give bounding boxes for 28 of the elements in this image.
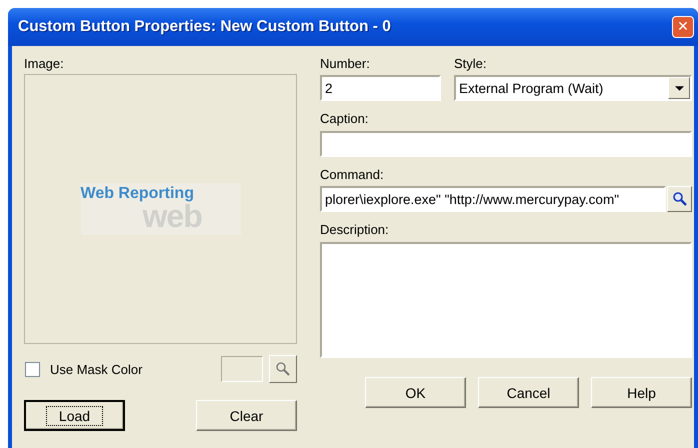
number-field[interactable]: 2 xyxy=(320,75,441,101)
image-label: Image: xyxy=(24,56,64,72)
load-button[interactable]: Load xyxy=(24,400,125,431)
browse-button[interactable] xyxy=(667,186,692,212)
close-button[interactable]: ✕ xyxy=(672,16,694,38)
description-label: Description: xyxy=(320,222,389,238)
number-label: Number: xyxy=(320,56,370,72)
color-swatch[interactable] xyxy=(221,356,263,382)
clear-button[interactable]: Clear xyxy=(196,400,297,431)
caption-field[interactable] xyxy=(320,131,692,157)
search-icon xyxy=(672,191,688,207)
ok-button[interactable]: OK xyxy=(365,377,466,408)
description-field[interactable] xyxy=(320,242,692,358)
checkbox[interactable] xyxy=(25,362,40,376)
checkbox-label: Use Mask Color xyxy=(50,362,142,376)
search-icon xyxy=(275,361,291,377)
caret-icon xyxy=(674,86,684,90)
window-title: Custom Button Properties: New Custom Button - 0 xyxy=(18,18,392,36)
dropdown-button[interactable] xyxy=(668,77,690,99)
caption-label: Caption: xyxy=(320,111,368,127)
command-field[interactable]: plorer\iexplore.exe" "http://www.mercurypay.com" xyxy=(320,186,666,212)
logo-caption: Web Reporting xyxy=(80,185,194,203)
style-label: Style: xyxy=(454,56,487,72)
color-picker-button[interactable] xyxy=(269,355,297,383)
help-button[interactable]: Help xyxy=(591,377,692,408)
cancel-button[interactable]: Cancel xyxy=(478,377,579,408)
command-label: Command: xyxy=(320,167,384,183)
style-dropdown[interactable]: External Program (Wait) xyxy=(454,75,692,101)
